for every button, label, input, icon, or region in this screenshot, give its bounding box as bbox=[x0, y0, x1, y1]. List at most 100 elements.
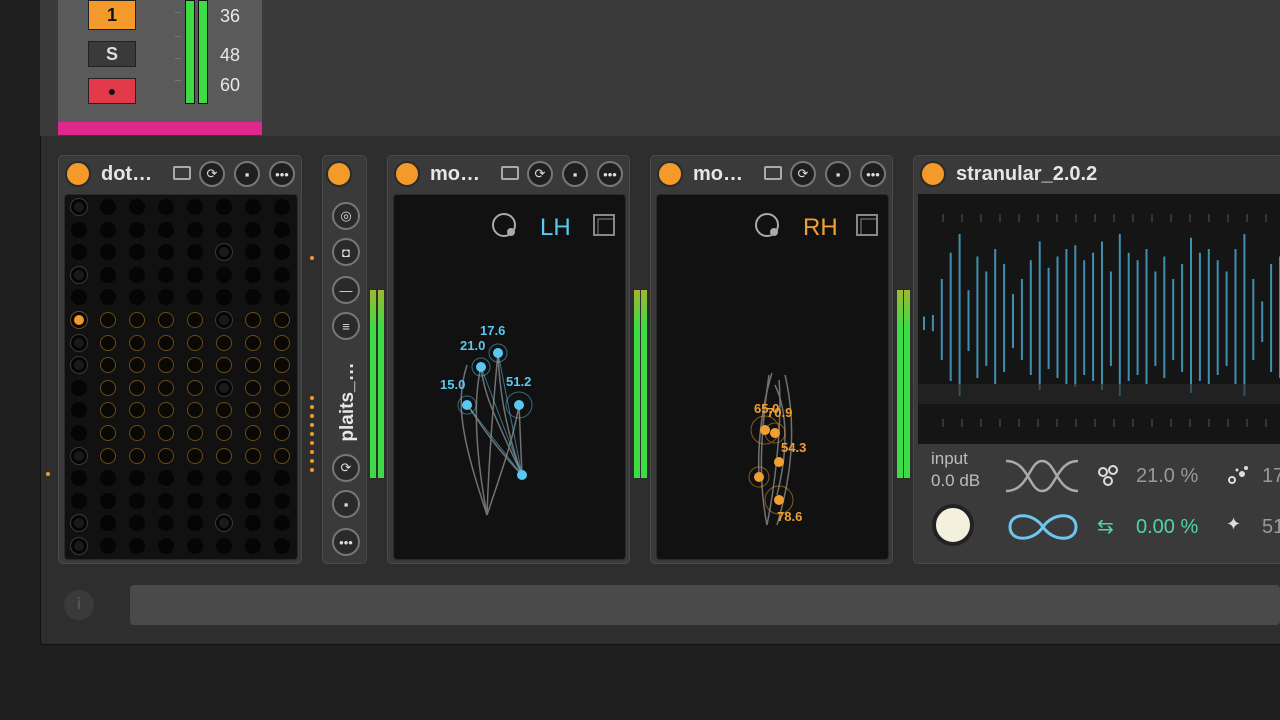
hand-display[interactable]: LH 17.6 21.0 15.0 51.2 bbox=[393, 194, 626, 560]
grid-cell[interactable] bbox=[187, 402, 203, 419]
grid-cell[interactable] bbox=[71, 199, 87, 215]
save-icon[interactable]: ▪ bbox=[562, 161, 588, 187]
grid-cell[interactable] bbox=[71, 470, 87, 487]
grid-cell[interactable] bbox=[245, 221, 261, 238]
grid-cell[interactable] bbox=[216, 402, 232, 419]
grid-cell[interactable] bbox=[274, 221, 290, 238]
grid-cell[interactable] bbox=[158, 402, 174, 419]
grid-cell[interactable] bbox=[129, 425, 145, 441]
grid-cell[interactable] bbox=[216, 538, 232, 554]
minus-icon[interactable]: — bbox=[332, 276, 360, 304]
grid-cell[interactable] bbox=[245, 334, 261, 351]
grid-cell[interactable] bbox=[216, 425, 232, 441]
save-icon[interactable]: ▪ bbox=[234, 161, 260, 187]
grid-cell[interactable] bbox=[216, 379, 232, 396]
grid-cell[interactable] bbox=[187, 447, 203, 464]
grid-cell[interactable] bbox=[100, 312, 116, 328]
grid-cell[interactable] bbox=[216, 244, 232, 261]
grid-cell[interactable] bbox=[71, 221, 87, 238]
grid-cell[interactable] bbox=[216, 312, 232, 328]
grid-cell[interactable] bbox=[129, 199, 145, 215]
grid-cell[interactable] bbox=[274, 199, 290, 215]
grid-cell[interactable] bbox=[158, 312, 174, 328]
grid-cell[interactable] bbox=[245, 312, 261, 328]
grid-cell[interactable] bbox=[158, 334, 174, 351]
grid-cell[interactable] bbox=[187, 221, 203, 238]
grid-cell[interactable] bbox=[71, 244, 87, 261]
grid-cell[interactable] bbox=[216, 334, 232, 351]
grid-cell[interactable] bbox=[274, 492, 290, 509]
grid-cell[interactable] bbox=[274, 447, 290, 464]
grid-cell[interactable] bbox=[129, 289, 145, 306]
grid-cell[interactable] bbox=[274, 425, 290, 441]
grid-cell[interactable] bbox=[245, 402, 261, 419]
grid-cell[interactable] bbox=[245, 357, 261, 374]
grid-cell[interactable] bbox=[274, 357, 290, 374]
solo-button[interactable]: S bbox=[88, 41, 136, 67]
input-knob[interactable] bbox=[932, 504, 974, 546]
grid-cell[interactable] bbox=[100, 199, 116, 215]
grid-cell[interactable] bbox=[187, 199, 203, 215]
grid-cell[interactable] bbox=[158, 492, 174, 509]
grid-cell[interactable] bbox=[100, 402, 116, 419]
grid-cell[interactable] bbox=[129, 312, 145, 328]
save-icon[interactable]: ▪ bbox=[825, 161, 851, 187]
grid-cell[interactable] bbox=[274, 402, 290, 419]
grid-cell[interactable] bbox=[187, 244, 203, 261]
grid-cell[interactable] bbox=[245, 447, 261, 464]
map-icon[interactable] bbox=[173, 166, 191, 180]
grid-cell[interactable] bbox=[71, 312, 87, 328]
waveform-display[interactable] bbox=[918, 194, 1280, 444]
grid-cell[interactable] bbox=[158, 289, 174, 306]
grid-cell[interactable] bbox=[100, 425, 116, 441]
save-icon[interactable]: ▪ bbox=[332, 490, 360, 518]
grid-cell[interactable] bbox=[71, 357, 87, 374]
refresh-icon[interactable]: ⟳ bbox=[790, 161, 816, 187]
grid-cell[interactable] bbox=[129, 447, 145, 464]
input-value[interactable]: 0.0 dB bbox=[931, 471, 980, 491]
grid-cell[interactable] bbox=[129, 402, 145, 419]
grid-cell[interactable] bbox=[274, 334, 290, 351]
grid-cell[interactable] bbox=[158, 199, 174, 215]
grid-cell[interactable] bbox=[245, 199, 261, 215]
camera-icon[interactable]: ◘ bbox=[332, 238, 360, 266]
grid-cell[interactable] bbox=[71, 447, 87, 464]
map-icon[interactable] bbox=[764, 166, 782, 180]
grid-cell[interactable] bbox=[187, 538, 203, 554]
grid-cell[interactable] bbox=[274, 538, 290, 554]
grid-cell[interactable] bbox=[187, 515, 203, 532]
grid-cell[interactable] bbox=[216, 470, 232, 487]
more-icon[interactable]: ••• bbox=[860, 161, 886, 187]
grid-cell[interactable] bbox=[71, 402, 87, 419]
grid-cell[interactable] bbox=[158, 221, 174, 238]
grid-cell[interactable] bbox=[216, 515, 232, 532]
grid-cell[interactable] bbox=[129, 357, 145, 374]
grid-cell[interactable] bbox=[158, 357, 174, 374]
grid-cell[interactable] bbox=[71, 515, 87, 532]
grid-cell[interactable] bbox=[187, 289, 203, 306]
param-value[interactable]: 51 bbox=[1262, 516, 1280, 539]
grid-cell[interactable] bbox=[274, 379, 290, 396]
param-value[interactable]: 0.00 % bbox=[1136, 516, 1198, 539]
infinity-icon[interactable] bbox=[1006, 510, 1080, 544]
grid-cell[interactable] bbox=[71, 538, 87, 554]
grid-cell[interactable] bbox=[274, 266, 290, 283]
refresh-icon[interactable]: ⟳ bbox=[332, 454, 360, 482]
grid-cell[interactable] bbox=[129, 538, 145, 554]
grid-cell[interactable] bbox=[216, 199, 232, 215]
grid-cell[interactable] bbox=[245, 244, 261, 261]
grid-cell[interactable] bbox=[71, 289, 87, 306]
grid-cell[interactable] bbox=[100, 538, 116, 554]
grid-cell[interactable] bbox=[245, 492, 261, 509]
grid-cell[interactable] bbox=[274, 244, 290, 261]
grid-cell[interactable] bbox=[245, 289, 261, 306]
grid-cell[interactable] bbox=[274, 289, 290, 306]
grid-cell[interactable] bbox=[100, 470, 116, 487]
record-arm-button[interactable]: ● bbox=[88, 78, 136, 104]
grid-cell[interactable] bbox=[158, 470, 174, 487]
grid-cell[interactable] bbox=[274, 312, 290, 328]
dot-grid[interactable] bbox=[64, 194, 298, 560]
grid-cell[interactable] bbox=[245, 425, 261, 441]
grid-cell[interactable] bbox=[129, 379, 145, 396]
grid-cell[interactable] bbox=[158, 538, 174, 554]
